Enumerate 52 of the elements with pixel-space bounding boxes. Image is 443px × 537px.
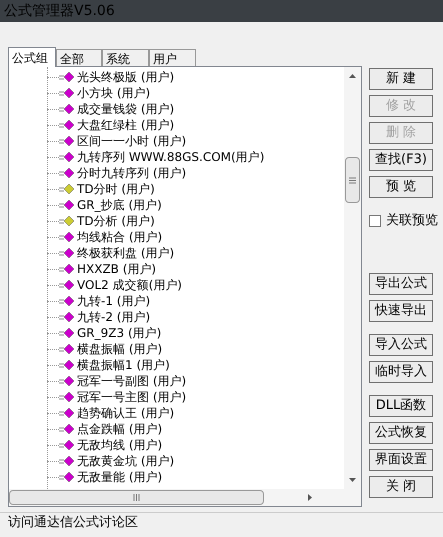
tab[interactable]: 全部 [56, 49, 102, 66]
tree-item[interactable]: VOL2 成交额(用户) [77, 276, 182, 294]
up-arrow-icon[interactable] [348, 73, 357, 79]
side-button[interactable]: 快速导出 [369, 300, 433, 322]
side-button[interactable]: 界面设置 [369, 448, 433, 470]
tree-item[interactable]: 趋势确认王 (用户) [77, 404, 174, 422]
tab[interactable]: 系统 [102, 49, 149, 66]
side-button[interactable]: 公式恢复 [369, 422, 433, 444]
checkbox-label[interactable]: 关联预览 [386, 211, 438, 230]
horizontal-scrollbar[interactable] [9, 489, 361, 506]
tree-item[interactable]: 横盘振幅 (用户) [77, 340, 162, 358]
tree-item[interactable]: 大盘红绿柱 (用户) [77, 116, 174, 134]
checkbox[interactable] [369, 214, 381, 227]
tree-item[interactable]: 无敌均线 (用户) [77, 436, 162, 454]
down-arrow-icon[interactable] [348, 477, 357, 483]
tree-item[interactable]: TD分时 (用户) [77, 180, 155, 198]
tree-item[interactable]: 小方块 (用户) [77, 84, 150, 102]
tree-item[interactable]: 成交量钱袋 (用户) [77, 100, 174, 118]
tree-item[interactable]: HXXZB (用户) [77, 260, 156, 278]
scrollbar-thumb[interactable] [345, 157, 360, 203]
tree-item[interactable]: 区间一一小时 (用户) [77, 132, 186, 150]
side-button[interactable]: 新 建 [369, 68, 433, 90]
right-arrow-icon[interactable] [307, 493, 313, 502]
tree-item[interactable]: 九转-2 (用户) [77, 308, 150, 326]
tree-item[interactable]: GR_抄底 (用户) [77, 196, 162, 214]
vertical-scrollbar[interactable] [344, 67, 361, 489]
tree-item[interactable]: 冠军一号副图 (用户) [77, 372, 186, 390]
tree-item[interactable]: 均线粘合 (用户) [77, 228, 162, 246]
side-button[interactable]: 临时导入 [369, 360, 433, 382]
tree-item[interactable]: 九转序列 WWW.88GS.COM(用户) [77, 148, 264, 166]
tree-item[interactable]: GR_9Z3 (用户) [77, 324, 162, 342]
side-button[interactable]: 导出公式 [369, 272, 433, 294]
window-title: 公式管理器V5.06 [4, 2, 115, 20]
tab[interactable]: 用户 [149, 49, 196, 66]
status-text: 访问通达信公式讨论区 [8, 514, 138, 532]
tree-item[interactable]: 终极获利盘 (用户) [77, 244, 174, 262]
tree-item[interactable]: 九转-1 (用户) [77, 292, 150, 310]
tree-item[interactable]: 无敌黄金坑 (用户) [77, 452, 174, 470]
tree-item[interactable]: 冠军一号主图 (用户) [77, 388, 186, 406]
side-button[interactable]: 导入公式 [369, 334, 433, 356]
tab[interactable]: 公式组 [8, 47, 56, 67]
tree-item[interactable]: 光头终极版 (用户) [77, 68, 174, 86]
tree-item[interactable]: 点金跌幅 (用户) [77, 420, 162, 438]
side-button[interactable]: 查找(F3) [369, 149, 433, 171]
tree-item[interactable]: TD分析 (用户) [77, 212, 155, 230]
side-button[interactable]: 预 览 [369, 176, 433, 198]
side-button[interactable]: DLL函数 [369, 394, 433, 416]
tree-item[interactable]: 无敌量能 (用户) [77, 468, 162, 486]
side-button[interactable]: 关 闭 [369, 476, 433, 498]
tree-item[interactable]: 分时九转序列 (用户) [77, 164, 186, 182]
tree-item[interactable]: 横盘振幅1 (用户) [77, 356, 170, 374]
scrollbar-thumb[interactable] [9, 490, 264, 505]
